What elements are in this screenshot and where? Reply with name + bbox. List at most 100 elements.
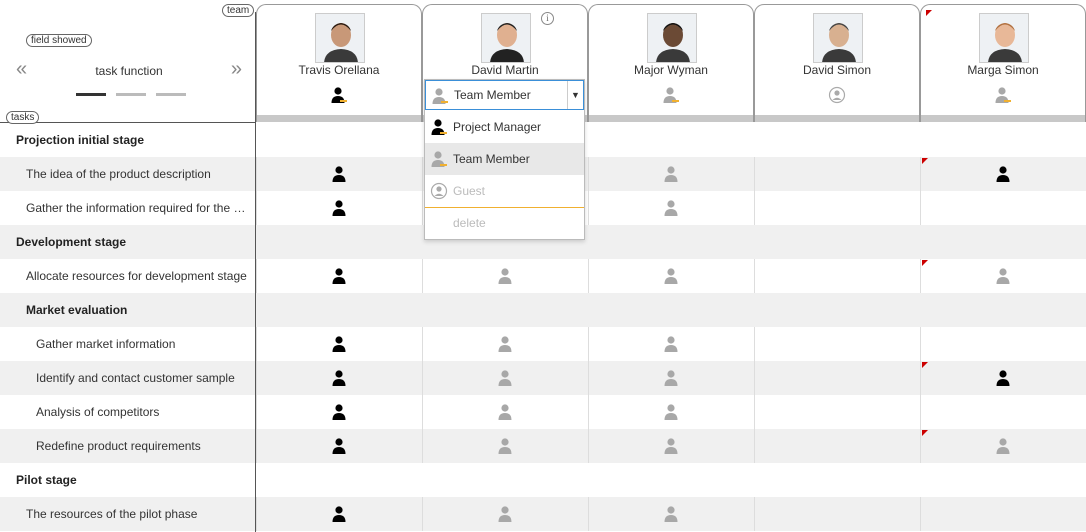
delete-option[interactable]: delete bbox=[425, 208, 584, 238]
pager-dot[interactable] bbox=[116, 93, 146, 96]
assignment-cell[interactable] bbox=[422, 497, 588, 531]
option-guest[interactable]: Guest bbox=[425, 175, 584, 207]
assignment-cell[interactable] bbox=[920, 497, 1086, 531]
option-team-member[interactable]: Team Member bbox=[425, 143, 584, 175]
assignment-cell[interactable] bbox=[256, 395, 422, 429]
task-label[interactable]: Identify and contact customer sample bbox=[0, 361, 250, 395]
task-label[interactable]: Pilot stage bbox=[0, 463, 250, 497]
team-member-icon[interactable] bbox=[497, 505, 515, 523]
assignment-cell[interactable] bbox=[920, 191, 1086, 225]
assignment-cell[interactable] bbox=[588, 361, 754, 395]
team-member-column[interactable]: Major Wyman bbox=[588, 4, 754, 122]
info-icon[interactable]: i bbox=[541, 12, 554, 25]
assignment-cell[interactable] bbox=[588, 191, 754, 225]
assignment-cell[interactable] bbox=[422, 327, 588, 361]
field-showed-button[interactable]: field showed bbox=[26, 34, 92, 47]
task-label[interactable]: The resources of the pilot phase bbox=[0, 497, 250, 531]
option-project-manager[interactable]: Project Manager bbox=[425, 111, 584, 143]
pager-dot-active[interactable] bbox=[76, 93, 106, 96]
assignment-cell[interactable] bbox=[588, 327, 754, 361]
team-member-column[interactable]: Marga Simon bbox=[920, 4, 1086, 122]
chevron-down-icon[interactable]: ▼ bbox=[567, 81, 583, 109]
assignment-cell[interactable] bbox=[754, 157, 920, 191]
team-member-icon[interactable] bbox=[663, 505, 681, 523]
pager-dot[interactable] bbox=[156, 93, 186, 96]
project-manager-icon[interactable] bbox=[331, 505, 349, 523]
assignment-cell[interactable] bbox=[588, 395, 754, 429]
member-role-icon[interactable] bbox=[994, 86, 1012, 104]
member-role-icon[interactable] bbox=[662, 86, 680, 104]
task-label[interactable]: Allocate resources for development stage bbox=[0, 259, 250, 293]
task-group-row: Pilot stage bbox=[0, 463, 1086, 497]
assignment-cell[interactable] bbox=[588, 497, 754, 531]
team-member-icon[interactable] bbox=[497, 437, 515, 455]
team-member-icon[interactable] bbox=[663, 369, 681, 387]
assignment-cell[interactable] bbox=[256, 259, 422, 293]
assignment-cell[interactable] bbox=[754, 259, 920, 293]
team-member-icon[interactable] bbox=[663, 437, 681, 455]
assignment-cell[interactable] bbox=[256, 429, 422, 463]
assignment-cell[interactable] bbox=[920, 259, 1086, 293]
assignment-cell[interactable] bbox=[422, 361, 588, 395]
team-member-icon[interactable] bbox=[995, 267, 1013, 285]
team-member-column[interactable]: Travis Orellana bbox=[256, 4, 422, 122]
project-manager-icon[interactable] bbox=[331, 369, 349, 387]
assignment-cell[interactable] bbox=[422, 395, 588, 429]
assignment-cell[interactable] bbox=[256, 157, 422, 191]
member-name: David Simon bbox=[802, 63, 872, 77]
assignment-cell[interactable] bbox=[754, 327, 920, 361]
assignment-cell[interactable] bbox=[754, 191, 920, 225]
team-member-icon[interactable] bbox=[663, 199, 681, 217]
assignment-cell[interactable] bbox=[422, 429, 588, 463]
project-manager-icon[interactable] bbox=[995, 369, 1013, 387]
team-member-icon[interactable] bbox=[663, 267, 681, 285]
team-member-icon[interactable] bbox=[497, 369, 515, 387]
team-member-column[interactable]: David Simon bbox=[754, 4, 920, 122]
task-row: Redefine product requirements bbox=[0, 429, 1086, 463]
team-member-icon[interactable] bbox=[995, 437, 1013, 455]
task-label[interactable]: Market evaluation bbox=[0, 293, 250, 327]
assignment-cell[interactable] bbox=[754, 361, 920, 395]
role-select[interactable]: Team Member ▼ bbox=[425, 80, 584, 110]
assignment-cell[interactable] bbox=[754, 395, 920, 429]
assignment-cell[interactable] bbox=[920, 361, 1086, 395]
task-label[interactable]: Projection initial stage bbox=[0, 123, 250, 157]
team-member-icon[interactable] bbox=[497, 267, 515, 285]
next-field-arrow-icon[interactable]: » bbox=[231, 58, 242, 81]
project-manager-icon[interactable] bbox=[331, 335, 349, 353]
assignment-cell[interactable] bbox=[754, 497, 920, 531]
assignment-cell[interactable] bbox=[256, 327, 422, 361]
assignment-cell[interactable] bbox=[588, 259, 754, 293]
role-dropdown[interactable]: Team Member ▼ Project Manager Team Membe… bbox=[424, 79, 585, 240]
assignment-cell[interactable] bbox=[256, 191, 422, 225]
assignment-cell[interactable] bbox=[920, 157, 1086, 191]
assignment-cell[interactable] bbox=[256, 497, 422, 531]
assignment-cell[interactable] bbox=[920, 327, 1086, 361]
member-role-icon[interactable] bbox=[330, 86, 348, 104]
task-label[interactable]: Development stage bbox=[0, 225, 250, 259]
task-label[interactable]: Gather the information required for the … bbox=[0, 191, 250, 225]
project-manager-icon[interactable] bbox=[331, 437, 349, 455]
project-manager-icon[interactable] bbox=[331, 403, 349, 421]
task-label[interactable]: Analysis of competitors bbox=[0, 395, 250, 429]
assignment-cell[interactable] bbox=[920, 429, 1086, 463]
assignment-cell[interactable] bbox=[422, 259, 588, 293]
team-member-icon[interactable] bbox=[497, 403, 515, 421]
project-manager-icon[interactable] bbox=[995, 165, 1013, 183]
assignment-cell[interactable] bbox=[588, 429, 754, 463]
team-member-icon[interactable] bbox=[663, 403, 681, 421]
project-manager-icon[interactable] bbox=[331, 199, 349, 217]
project-manager-icon[interactable] bbox=[331, 267, 349, 285]
team-member-icon[interactable] bbox=[663, 335, 681, 353]
assignment-cell[interactable] bbox=[754, 429, 920, 463]
assignment-cell[interactable] bbox=[588, 157, 754, 191]
task-label[interactable]: Redefine product requirements bbox=[0, 429, 250, 463]
task-label[interactable]: Gather market information bbox=[0, 327, 250, 361]
team-member-icon[interactable] bbox=[663, 165, 681, 183]
assignment-cell[interactable] bbox=[920, 395, 1086, 429]
guest-role-icon[interactable] bbox=[828, 86, 846, 104]
project-manager-icon[interactable] bbox=[331, 165, 349, 183]
assignment-cell[interactable] bbox=[256, 361, 422, 395]
task-label[interactable]: The idea of the product description bbox=[0, 157, 250, 191]
team-member-icon[interactable] bbox=[497, 335, 515, 353]
